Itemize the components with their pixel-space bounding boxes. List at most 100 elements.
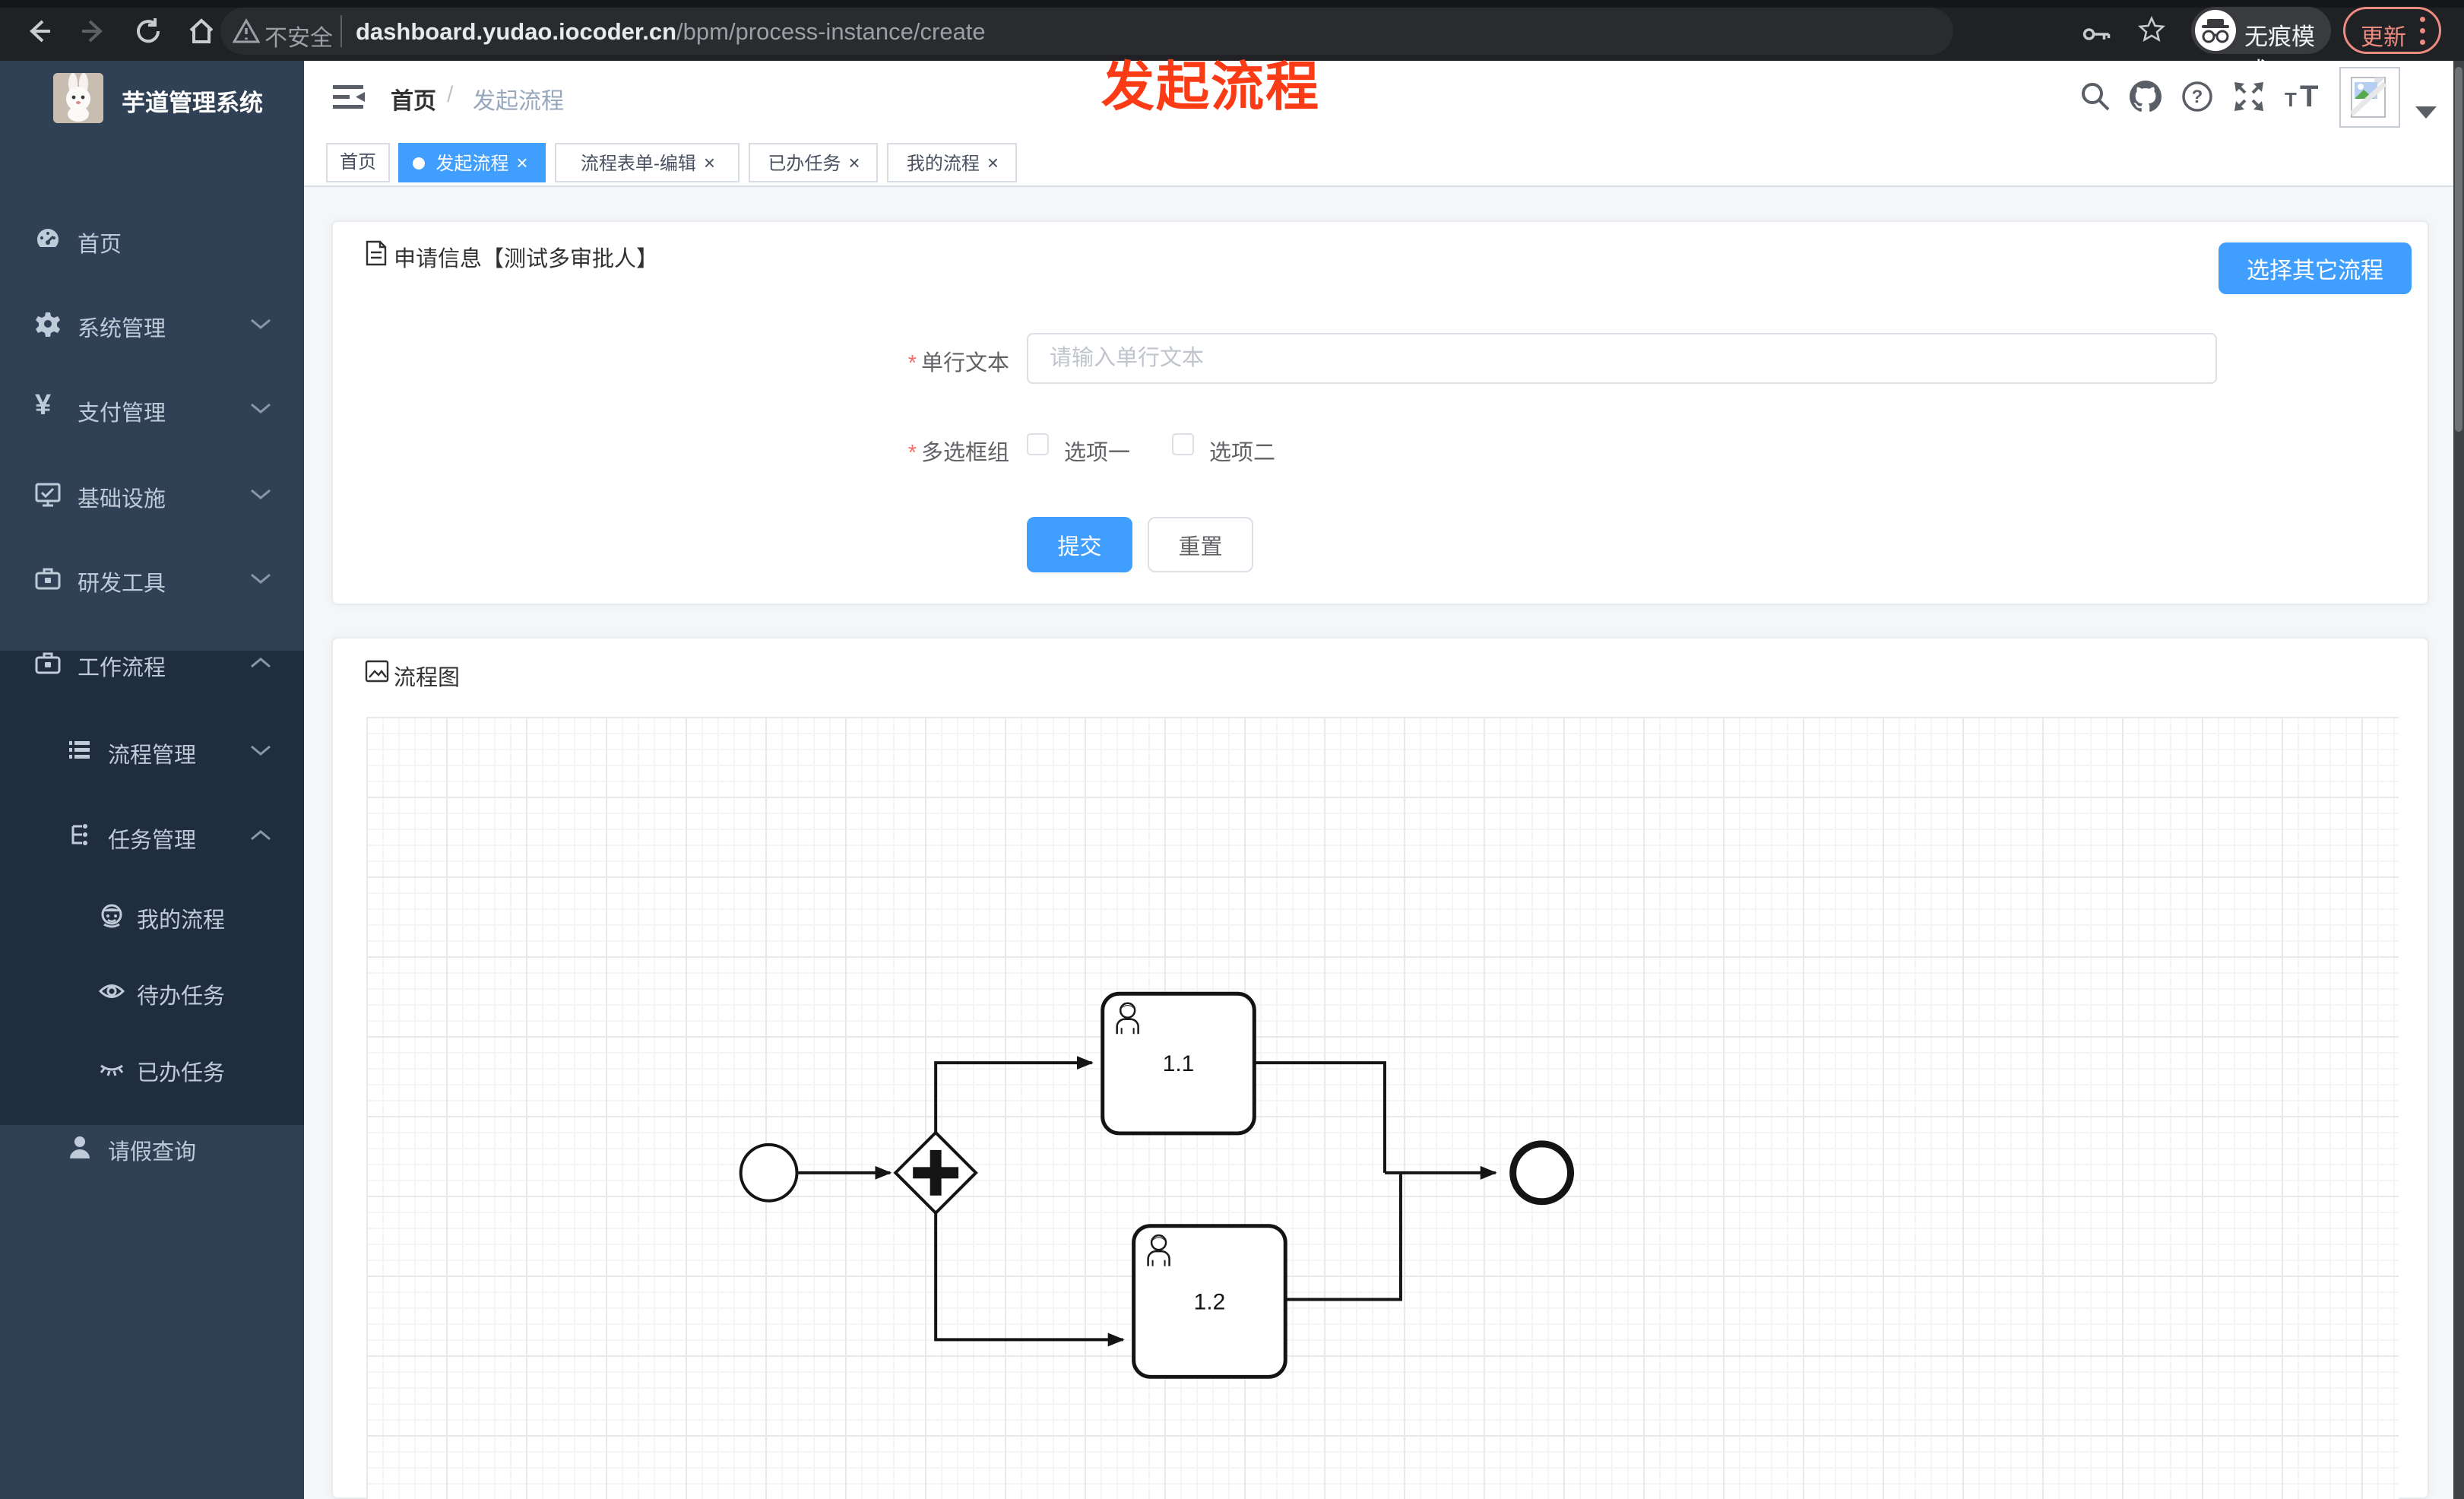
url-text: dashboard.yudao.iocoder.cn/bpm/process-i… (356, 18, 986, 46)
sidebar-item-leave-query[interactable]: 请假查询 (0, 1117, 304, 1178)
avatar[interactable] (2339, 67, 2400, 128)
chevron-down-icon (251, 573, 271, 584)
update-label: 更新 (2361, 25, 2406, 50)
url-divider (340, 15, 342, 47)
app-logo[interactable] (53, 73, 103, 123)
sidebar-item-label: 支付管理 (78, 401, 166, 426)
tab-label: 已办任务 (768, 154, 841, 174)
scrollbar-thumb[interactable] (2455, 67, 2462, 432)
chevron-down-icon (251, 745, 271, 756)
sidebar-item-my-process[interactable]: 我的流程 (0, 886, 304, 946)
sidebar-item-infrastructure[interactable]: 基础设施 (0, 464, 304, 525)
flow-card-title: 流程图 (394, 666, 461, 690)
breadcrumb-current: 发起流程 (473, 89, 564, 114)
annotation-overlay-title: 发起流程 (1101, 57, 1320, 116)
bpmn-task-label: 1.2 (1194, 1289, 1226, 1314)
sidebar-item-label: 待办任务 (137, 984, 226, 1009)
checkbox-option-one[interactable] (1027, 433, 1049, 455)
tab-process-form-edit[interactable]: 流程表单-编辑 × (555, 143, 740, 182)
bpmn-start-event (739, 1142, 799, 1203)
sidebar-item-home[interactable]: 首页 (0, 210, 304, 271)
back-icon[interactable] (24, 17, 53, 46)
sidebar-item-payment[interactable]: ¥ 支付管理 (0, 379, 304, 439)
sidebar-item-done-tasks[interactable]: 已办任务 (0, 1038, 304, 1099)
security-label: 不安全 (264, 26, 333, 51)
toolbox-icon (35, 652, 61, 674)
checkbox-option-two[interactable] (1172, 433, 1194, 455)
picture-icon (365, 660, 389, 683)
bookmark-star-icon[interactable] (2137, 15, 2166, 44)
monitor-icon (35, 483, 61, 507)
sidebar-item-task-management[interactable]: 任务管理 (0, 806, 304, 867)
github-icon[interactable] (2130, 81, 2162, 113)
sidebar-item-dev-tools[interactable]: 研发工具 (0, 549, 304, 610)
bpmn-flow-gateway-to-task1 (934, 1056, 1094, 1133)
page-scrollbar[interactable] (2453, 61, 2464, 1499)
eye-icon (99, 984, 125, 998)
dashboard-icon (36, 229, 59, 247)
home-icon[interactable] (187, 17, 216, 46)
sidebar-item-label: 首页 (78, 233, 122, 257)
yen-icon: ¥ (35, 389, 52, 421)
sidebar-item-label: 已办任务 (137, 1061, 226, 1085)
chevron-down-icon (251, 318, 271, 329)
update-button[interactable]: 更新 (2343, 7, 2441, 54)
field-label-single-line-text: * 单行文本 (812, 345, 1009, 377)
tab-label: 流程表单-编辑 (580, 154, 696, 174)
sidebar-item-workflow[interactable]: 工作流程 (0, 633, 304, 694)
chevron-down-icon (251, 489, 271, 499)
reload-icon[interactable] (134, 17, 163, 46)
font-size-small-glyph: T (2285, 88, 2297, 111)
application-info-card: 申请信息【测试多审批人】 选择其它流程 *单行文本 *多选框组 选项一 选项二 … (331, 220, 2429, 605)
forward-icon[interactable] (79, 17, 108, 46)
bpmn-flow-task1-out (1254, 1061, 1386, 1173)
sidebar-item-process-management[interactable]: 流程管理 (0, 721, 304, 781)
search-icon[interactable] (2079, 81, 2111, 113)
choose-other-process-button[interactable]: 选择其它流程 (2219, 242, 2412, 294)
gear-icon (36, 312, 60, 337)
sidebar-item-todo-tasks[interactable]: 待办任务 (0, 962, 304, 1022)
page-root: 不安全 dashboard.yudao.iocoder.cn/bpm/proce… (0, 0, 2464, 1499)
address-bar[interactable]: 不安全 dashboard.yudao.iocoder.cn/bpm/proce… (220, 8, 1953, 55)
close-icon[interactable]: × (984, 151, 1002, 174)
font-size-icon[interactable]: TT (2283, 81, 2326, 113)
required-mark: * (907, 441, 917, 465)
tree-icon (71, 824, 87, 845)
bpmn-task-label: 1.1 (1163, 1051, 1195, 1076)
eye-closed-icon (100, 1064, 124, 1076)
document-icon (366, 240, 387, 266)
checkbox-label-option-two[interactable]: 选项二 (1209, 435, 1275, 467)
toolbox-icon (35, 568, 61, 590)
avatar-dropdown-caret-icon[interactable] (2415, 106, 2437, 119)
sidebar-item-label: 请假查询 (108, 1140, 197, 1165)
tags-view-bar: 首页 发起流程 × 流程表单-编辑 × 已办任务 × 我的流程 × (304, 132, 2464, 187)
sidebar-item-label: 基础设施 (78, 487, 166, 512)
sidebar-item-label: 工作流程 (78, 656, 166, 680)
broken-image-icon (2349, 77, 2387, 118)
close-icon[interactable]: × (701, 151, 718, 174)
single-line-text-input[interactable] (1027, 333, 2217, 384)
key-icon[interactable] (2082, 20, 2111, 49)
tab-my-process[interactable]: 我的流程 × (887, 143, 1017, 182)
close-icon[interactable]: × (513, 151, 530, 174)
hamburger-collapse-icon[interactable] (331, 84, 365, 111)
submit-button[interactable]: 提交 (1027, 517, 1132, 572)
tab-home[interactable]: 首页 (326, 143, 390, 182)
sidebar-item-system[interactable]: 系统管理 (0, 294, 304, 355)
browser-tab-strip (0, 0, 2464, 8)
help-icon[interactable]: ? (2181, 81, 2213, 113)
tab-start-process[interactable]: 发起流程 × (398, 143, 546, 182)
fullscreen-icon[interactable] (2233, 81, 2265, 113)
reset-button[interactable]: 重置 (1148, 517, 1253, 572)
tab-done-tasks[interactable]: 已办任务 × (749, 143, 878, 182)
gateway-plus-icon (930, 1149, 942, 1196)
sidebar-item-label: 系统管理 (78, 317, 166, 341)
app-title: 芋道管理系统 (122, 90, 263, 116)
breadcrumb-home[interactable]: 首页 (391, 82, 436, 116)
help-glyph: ? (2192, 87, 2203, 107)
sidebar-item-label: 流程管理 (108, 743, 197, 768)
close-icon[interactable]: × (845, 151, 863, 174)
checkbox-label-option-one[interactable]: 选项一 (1064, 435, 1130, 467)
field-label-checkbox-group: * 多选框组 (812, 435, 1009, 467)
font-size-big-glyph: T (2300, 81, 2318, 113)
